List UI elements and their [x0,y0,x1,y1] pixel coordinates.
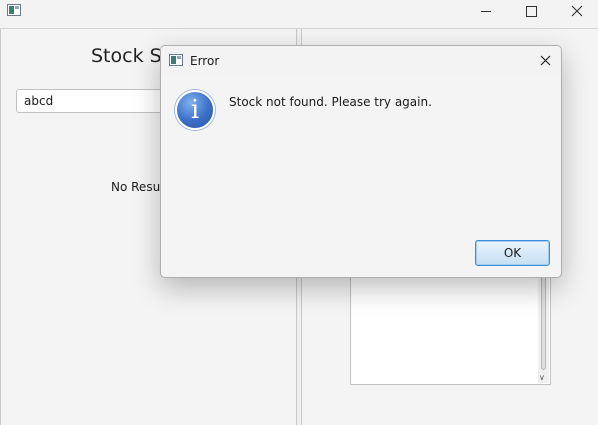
java-app-icon [169,54,183,66]
main-window-titlebar [0,0,598,29]
dialog-message: Stock not found. Please try again. [229,95,432,109]
ok-button[interactable]: OK [475,240,550,266]
scroll-down-arrow-icon[interactable]: ∨ [539,374,545,382]
maximize-icon[interactable] [508,0,554,24]
error-dialog: Error i Stock not found. Please try agai… [160,45,562,278]
close-icon[interactable] [554,0,598,24]
java-app-icon [7,4,21,16]
dialog-title: Error [190,54,220,68]
dialog-titlebar: Error [161,46,561,75]
info-icon-glyph: i [190,95,200,125]
dialog-close-icon[interactable] [533,49,557,71]
minimize-icon[interactable] [462,0,508,24]
info-icon: i [175,90,215,130]
